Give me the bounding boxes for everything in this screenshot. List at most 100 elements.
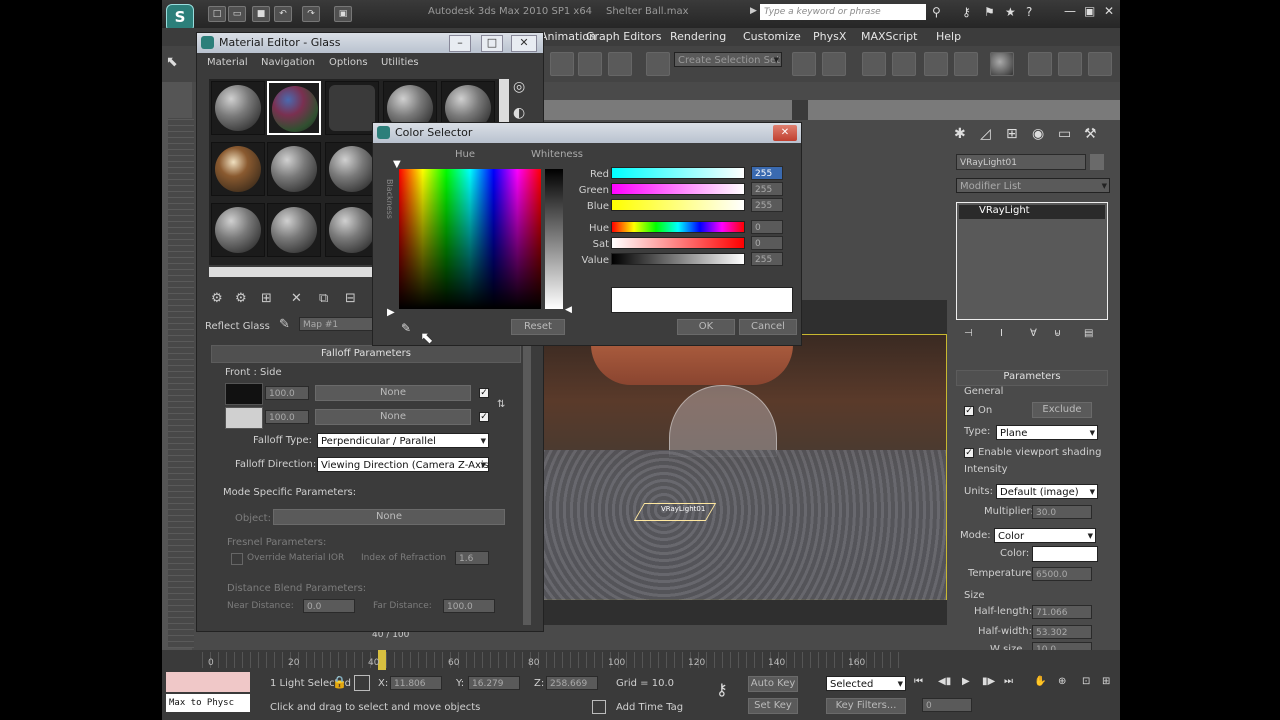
restore-icon[interactable]: ▣ xyxy=(1084,4,1095,18)
multiplier-spinner[interactable]: 30.0 xyxy=(1032,505,1092,519)
temperature-spinner[interactable]: 6500.0 xyxy=(1032,567,1092,581)
side-amount-spinner[interactable]: 100.0 xyxy=(265,410,309,424)
favorites-star-icon[interactable]: ★ xyxy=(1005,5,1016,19)
sample-type-icon[interactable]: ◎ xyxy=(513,79,535,101)
far-distance-spinner[interactable]: 100.0 xyxy=(443,599,495,613)
hue-saturation-field[interactable] xyxy=(399,169,541,309)
material-editor-scrollbar[interactable] xyxy=(523,345,531,625)
time-tag-icon[interactable] xyxy=(592,700,606,714)
side-map-checkbox[interactable]: ✓ xyxy=(479,412,489,422)
put-to-scene-icon[interactable]: ⚙ xyxy=(235,291,247,306)
perspective-viewport[interactable]: VRayLight01 xyxy=(542,300,947,625)
falloff-type-dropdown[interactable]: Perpendicular / Parallel xyxy=(317,433,489,448)
blue-spinner[interactable]: 255 xyxy=(751,198,783,212)
redo-icon[interactable]: ↷ xyxy=(302,6,320,22)
sample-slot-glass[interactable] xyxy=(325,81,379,135)
menu-utilities[interactable]: Utilities xyxy=(381,57,419,68)
search-arrow-icon[interactable]: ▶ xyxy=(750,6,757,16)
schematic-view-icon[interactable] xyxy=(954,52,978,76)
reset-map-icon[interactable]: ✕ xyxy=(291,291,302,306)
red-spinner[interactable]: 255 xyxy=(751,166,783,180)
sample-slot-texture[interactable] xyxy=(211,142,265,196)
menu-physx[interactable]: PhysX xyxy=(813,30,846,43)
eyedropper-icon[interactable]: ✎ xyxy=(401,321,411,335)
half-length-spinner[interactable]: 71.066 xyxy=(1032,605,1092,619)
menu-material[interactable]: Material xyxy=(207,57,248,68)
close-icon[interactable]: ✕ xyxy=(1104,4,1114,18)
close-icon[interactable]: ✕ xyxy=(511,35,537,52)
select-tool-icon[interactable]: ⬉ xyxy=(166,54,188,76)
edit-named-sel-icon[interactable] xyxy=(646,52,670,76)
reset-button[interactable]: Reset xyxy=(511,319,565,335)
menu-navigation[interactable]: Navigation xyxy=(261,57,315,68)
hierarchy-tab-icon[interactable]: ⊞ xyxy=(1006,126,1026,146)
auto-key-button[interactable]: Auto Key xyxy=(748,676,798,692)
lock-selection-icon[interactable]: 🔒 xyxy=(332,675,347,689)
next-frame-icon[interactable]: ▮▶ xyxy=(982,676,995,687)
named-selection-dropdown[interactable]: Create Selection Set xyxy=(674,52,782,67)
menu-customize[interactable]: Customize xyxy=(743,30,801,43)
sat-spinner[interactable]: 0 xyxy=(751,236,783,250)
search-input[interactable]: Type a keyword or phrase xyxy=(760,4,926,20)
rendered-scene[interactable]: VRayLight01 xyxy=(542,334,947,600)
undo-icon[interactable]: ↶ xyxy=(274,6,292,22)
zoom-extents-icon[interactable]: ⊡ xyxy=(1082,676,1090,687)
set-key-button[interactable]: Set Key xyxy=(748,698,798,714)
binoculars-icon[interactable]: ⚲ xyxy=(932,5,941,19)
value-spinner[interactable]: 255 xyxy=(751,252,783,266)
light-color-swatch[interactable] xyxy=(1032,546,1098,562)
material-editor-icon[interactable] xyxy=(990,52,1014,76)
save-file-icon[interactable]: ■ xyxy=(252,6,270,22)
display-tab-icon[interactable]: ▭ xyxy=(1058,126,1078,146)
exclude-button[interactable]: Exclude xyxy=(1032,402,1092,418)
set-key-icon[interactable]: ⚷ xyxy=(716,680,728,699)
make-copy-icon[interactable]: ⧉ xyxy=(319,291,328,306)
modifier-list-dropdown[interactable]: Modifier List xyxy=(956,178,1110,193)
align-icon[interactable] xyxy=(822,52,846,76)
sample-slot[interactable] xyxy=(325,142,379,196)
layer-manager-icon[interactable] xyxy=(862,52,886,76)
quick-render-icon[interactable] xyxy=(1088,52,1112,76)
object-color-swatch[interactable] xyxy=(1090,154,1104,170)
side-map-button[interactable]: None xyxy=(315,409,471,425)
menu-maxscript[interactable]: MAXScript xyxy=(861,30,917,43)
new-file-icon[interactable]: □ xyxy=(208,6,226,22)
minimize-icon[interactable]: – xyxy=(449,35,471,52)
side-color-swatch[interactable] xyxy=(225,407,263,429)
sample-slot-active[interactable] xyxy=(267,81,321,135)
absolute-mode-icon[interactable] xyxy=(354,675,370,691)
go-to-end-icon[interactable]: ⏭ xyxy=(1004,676,1013,687)
render-setup-icon[interactable] xyxy=(1028,52,1052,76)
current-frame-field[interactable]: 0 xyxy=(922,698,972,712)
comm-center-icon[interactable]: ⚑ xyxy=(984,5,995,19)
front-color-swatch[interactable] xyxy=(225,383,263,405)
key-filters-button[interactable]: Key Filters... xyxy=(826,698,906,714)
material-editor-titlebar[interactable]: Material Editor - Glass – □ ✕ xyxy=(197,33,543,53)
sample-slot[interactable] xyxy=(211,203,265,257)
swap-colors-icon[interactable]: ⇅ xyxy=(497,399,505,410)
help-icon[interactable]: ? xyxy=(1026,5,1032,19)
mirror-icon[interactable] xyxy=(792,52,816,76)
green-spinner[interactable]: 255 xyxy=(751,182,783,196)
sample-slot[interactable] xyxy=(325,203,379,257)
fresnel-ior-spinner[interactable]: 1.6 xyxy=(455,551,489,565)
close-icon[interactable]: ✕ xyxy=(773,125,797,141)
sample-slot[interactable] xyxy=(267,203,321,257)
maximize-viewport-icon[interactable]: ⊞ xyxy=(1102,676,1110,687)
half-width-spinner[interactable]: 53.302 xyxy=(1032,625,1092,639)
modify-tab-icon[interactable]: ◿ xyxy=(980,126,1000,146)
configure-sets-icon[interactable]: ▤ xyxy=(1084,328,1093,339)
add-time-tag[interactable]: Add Time Tag xyxy=(616,702,683,713)
pan-view-icon[interactable]: ✋ xyxy=(1034,676,1046,687)
graphite-tools-icon[interactable] xyxy=(892,52,916,76)
parameters-rollout-header[interactable]: Parameters xyxy=(956,370,1108,386)
value-pointer-icon[interactable]: ◀ xyxy=(565,305,572,315)
sat-bar[interactable] xyxy=(611,237,745,249)
front-amount-spinner[interactable]: 100.0 xyxy=(265,386,309,400)
z-coordinate-field[interactable]: 258.669 xyxy=(546,676,598,690)
eyedropper-icon[interactable]: ✎ xyxy=(279,317,290,332)
blue-bar[interactable] xyxy=(611,199,745,211)
front-map-checkbox[interactable]: ✓ xyxy=(479,388,489,398)
on-checkbox[interactable]: ✓ xyxy=(964,406,974,416)
hue-spinner[interactable]: 0 xyxy=(751,220,783,234)
